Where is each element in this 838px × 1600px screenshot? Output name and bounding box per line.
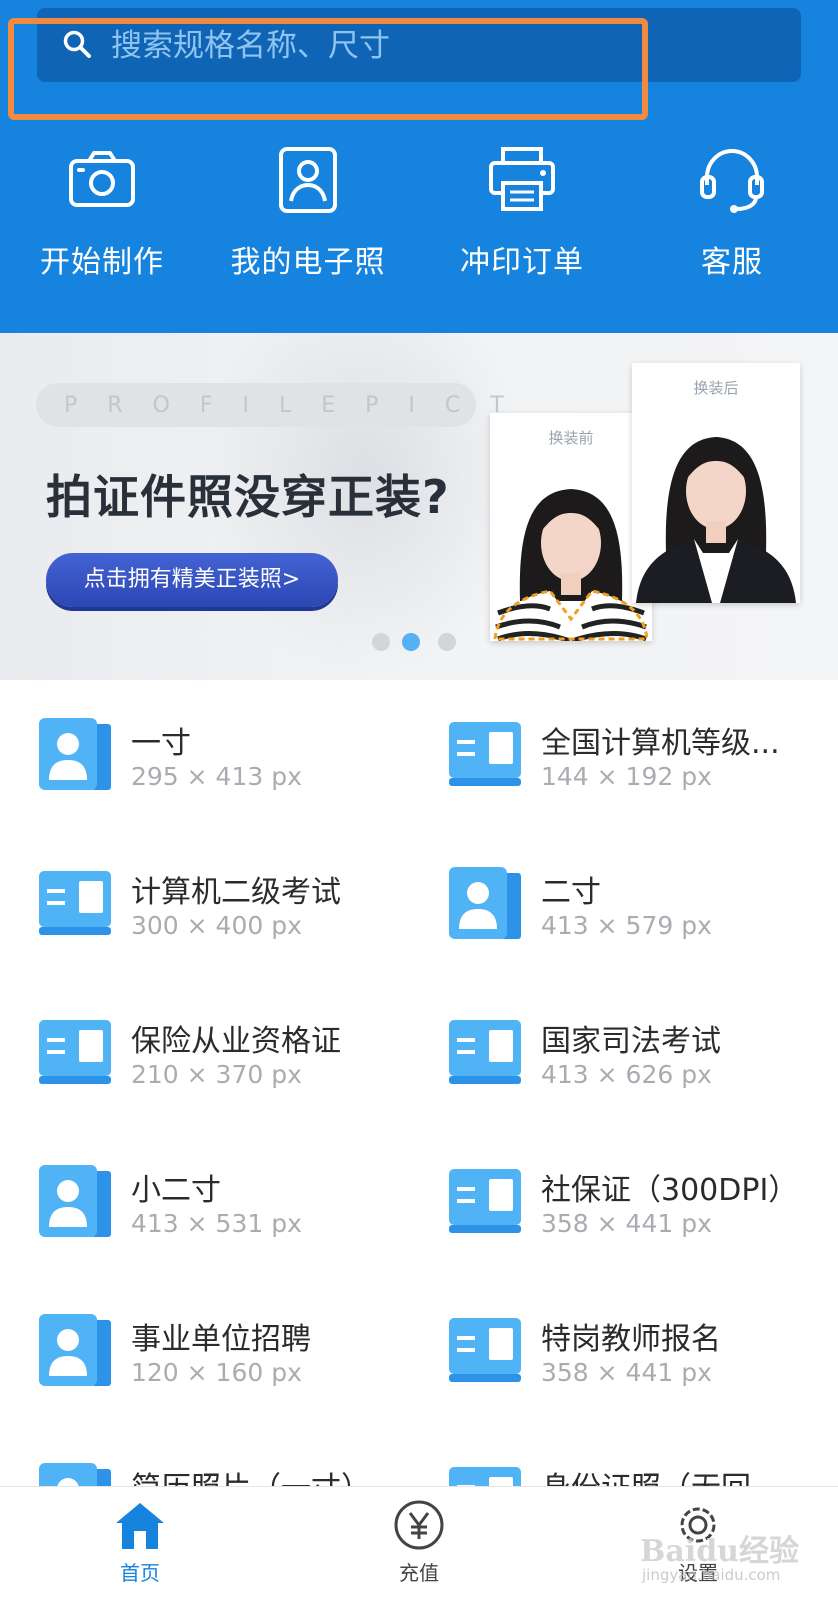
spec-item-4[interactable]: 二寸 413 × 579 px	[410, 829, 820, 969]
spec-item-10[interactable]: 特岗教师报名 358 × 441 px	[410, 1276, 820, 1416]
quick-action-label: 开始制作	[40, 245, 164, 280]
nav-label: 充值	[399, 1561, 439, 1585]
nav-recharge[interactable]: 充值	[349, 1499, 489, 1599]
spec-name: 简历照片（一寸）	[131, 1463, 401, 1486]
baidu-watermark-logo: Baidu经验	[640, 1534, 799, 1569]
yen-icon	[394, 1500, 444, 1550]
carousel-dot[interactable]	[372, 633, 390, 651]
banner-cta-button[interactable]: 点击拥有精美正装照>	[46, 553, 338, 607]
my-e-photos-button[interactable]: 我的电子照	[208, 145, 408, 295]
spec-item-1[interactable]: 一寸 295 × 413 px	[0, 680, 410, 820]
quick-action-label: 我的电子照	[230, 245, 386, 280]
spec-size: 413 × 626 px	[541, 1060, 712, 1089]
spec-size: 300 × 400 px	[131, 911, 302, 940]
nav-label: 首页	[120, 1561, 160, 1585]
portrait-icon	[279, 147, 337, 213]
spec-name: 事业单位招聘	[131, 1322, 311, 1357]
customer-service-button[interactable]: 客服	[632, 145, 832, 295]
nav-home[interactable]: 首页	[70, 1499, 210, 1599]
id-card-icon	[39, 1020, 111, 1084]
spec-item-3[interactable]: 计算机二级考试 300 × 400 px	[0, 829, 410, 969]
search-highlight-annotation	[8, 18, 648, 120]
spec-item-8[interactable]: 社保证（300DPI） 358 × 441 px	[410, 1127, 820, 1267]
baidu-watermark-url: jingyan.baidu.com	[642, 1566, 781, 1584]
spec-size: 413 × 579 px	[541, 911, 712, 940]
portrait-card-icon	[39, 718, 111, 790]
spec-name: 全国计算机等级...	[541, 726, 780, 761]
banner-title: 拍证件照没穿正装?	[46, 470, 450, 524]
spec-item-12[interactable]: 身份证照（无回	[410, 1425, 820, 1486]
id-card-icon	[449, 722, 521, 786]
id-card-icon	[449, 1169, 521, 1233]
spec-name: 计算机二级考试	[131, 875, 341, 910]
portrait-card-icon	[39, 1463, 111, 1486]
spec-name: 国家司法考试	[541, 1024, 721, 1059]
portrait-card-icon	[39, 1165, 111, 1237]
after-photo-image	[636, 437, 796, 603]
spec-name: 保险从业资格证	[131, 1024, 341, 1059]
headset-icon	[700, 148, 764, 213]
header: 开始制作 我的电子照 冲印订单	[0, 0, 838, 333]
spec-item-6[interactable]: 国家司法考试 413 × 626 px	[410, 978, 820, 1118]
spec-size: 358 × 441 px	[541, 1358, 712, 1387]
spec-item-5[interactable]: 保险从业资格证 210 × 370 px	[0, 978, 410, 1118]
photo-before-card: 换装前	[490, 413, 652, 641]
id-card-icon	[449, 1467, 521, 1486]
printer-icon	[489, 147, 555, 211]
carousel-dot[interactable]	[438, 633, 456, 651]
home-icon	[116, 1503, 164, 1549]
before-photo-image	[493, 489, 649, 641]
spec-size: 210 × 370 px	[131, 1060, 302, 1089]
before-label: 换装前	[548, 429, 594, 447]
quick-action-label: 冲印订单	[460, 245, 584, 280]
spec-name: 一寸	[131, 726, 191, 761]
spec-name: 二寸	[541, 875, 601, 910]
quick-action-label: 客服	[701, 245, 763, 280]
spec-size: 413 × 531 px	[131, 1209, 302, 1238]
id-card-icon	[39, 871, 111, 935]
spec-size: 144 × 192 px	[541, 762, 712, 791]
promo-banner[interactable]: PROFILEPICT 拍证件照没穿正装? 点击拥有精美正装照> 换装前 换装后	[0, 333, 838, 680]
print-orders-button[interactable]: 冲印订单	[422, 145, 622, 295]
spec-name: 社保证（300DPI）	[541, 1173, 799, 1208]
spec-size: 295 × 413 px	[131, 762, 302, 791]
camera-icon	[69, 151, 135, 207]
spec-item-2[interactable]: 全国计算机等级... 144 × 192 px	[410, 680, 820, 820]
start-making-button[interactable]: 开始制作	[2, 145, 202, 295]
carousel-dot-active[interactable]	[402, 633, 420, 651]
spec-size: 358 × 441 px	[541, 1209, 712, 1238]
quick-actions: 开始制作 我的电子照 冲印订单 客服	[0, 145, 838, 295]
spec-item-11[interactable]: 简历照片（一寸）	[0, 1425, 410, 1486]
spec-item-7[interactable]: 小二寸 413 × 531 px	[0, 1127, 410, 1267]
photo-after-card: 换装后	[632, 363, 800, 603]
spec-size: 120 × 160 px	[131, 1358, 302, 1387]
id-card-icon	[449, 1020, 521, 1084]
spec-item-9[interactable]: 事业单位招聘 120 × 160 px	[0, 1276, 410, 1416]
banner-watermark: PROFILEPICT	[64, 393, 534, 418]
spec-name: 特岗教师报名	[541, 1322, 721, 1357]
id-card-icon	[449, 1318, 521, 1382]
portrait-card-icon	[39, 1314, 111, 1386]
portrait-card-icon	[449, 867, 521, 939]
spec-grid: 一寸 295 × 413 px 全国计算机等级... 144 × 192 px …	[0, 680, 838, 1486]
after-label: 换装后	[693, 379, 739, 397]
spec-name: 小二寸	[131, 1173, 221, 1208]
spec-name: 身份证照（无回	[541, 1463, 811, 1486]
